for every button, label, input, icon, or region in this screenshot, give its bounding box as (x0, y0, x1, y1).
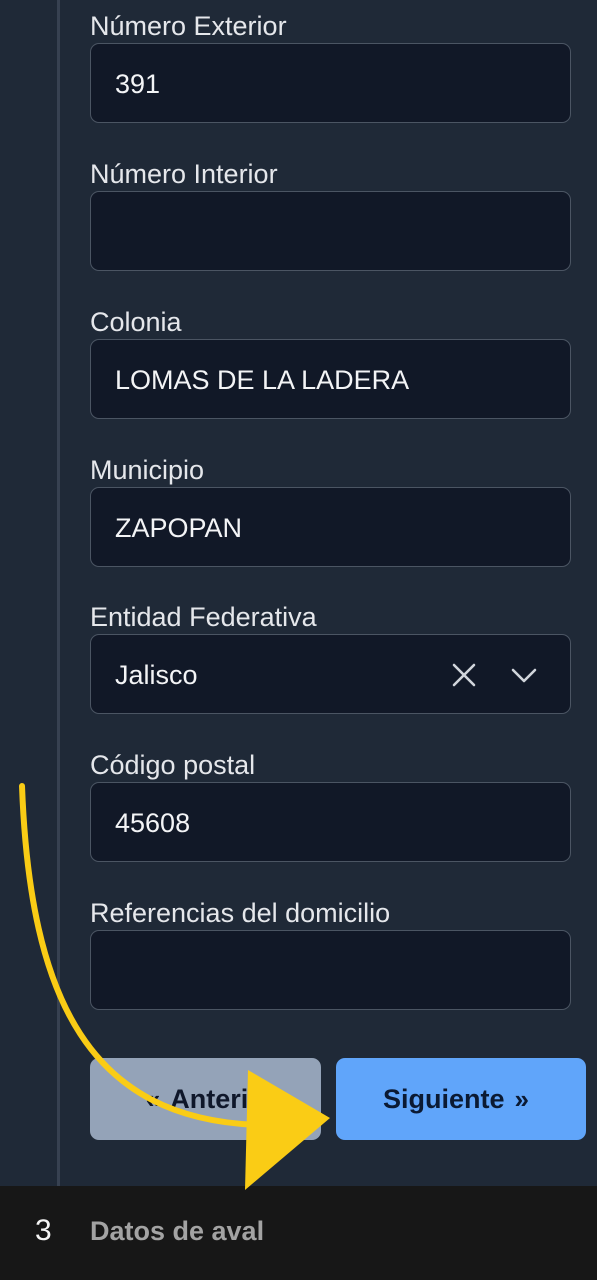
clear-icon[interactable] (450, 661, 478, 689)
field-label: Código postal (90, 750, 256, 780)
field-label: Colonia (90, 307, 182, 337)
entidad-federativa-select[interactable]: Jalisco (90, 634, 571, 714)
previous-button[interactable]: « Anterior (90, 1058, 321, 1140)
double-chevron-right-icon: » (514, 1083, 529, 1114)
next-button[interactable]: Siguiente » (336, 1058, 586, 1140)
field-label: Referencias del domicilio (90, 898, 391, 928)
left-gutter (0, 0, 57, 1186)
municipio-input[interactable]: ZAPOPAN (90, 487, 571, 567)
stepper-line (57, 0, 60, 1186)
input-value: 391 (115, 69, 161, 99)
step-footer[interactable]: 3 Datos de aval (0, 1186, 597, 1280)
input-value: LOMAS DE LA LADERA (115, 365, 410, 395)
referencias-input[interactable] (90, 930, 571, 1010)
numero-exterior-input[interactable]: 391 (90, 43, 571, 123)
next-button-label: Siguiente (383, 1083, 505, 1114)
colonia-input[interactable]: LOMAS DE LA LADERA (90, 339, 571, 419)
field-label: Entidad Federativa (90, 602, 317, 632)
field-label: Municipio (90, 455, 205, 485)
field-label: Número Exterior (90, 11, 287, 41)
input-value: ZAPOPAN (115, 513, 243, 543)
previous-button-label: Anterior (170, 1083, 276, 1114)
select-value: Jalisco (115, 660, 198, 690)
input-value: 45608 (115, 808, 191, 838)
field-label: Número Interior (90, 159, 278, 189)
double-chevron-left-icon: « (145, 1083, 161, 1114)
codigo-postal-input[interactable]: 45608 (90, 782, 571, 862)
step-number: 3 (35, 1214, 52, 1247)
step-title: Datos de aval (90, 1216, 265, 1246)
numero-interior-input[interactable] (90, 191, 571, 271)
chevron-down-icon[interactable] (510, 661, 538, 689)
